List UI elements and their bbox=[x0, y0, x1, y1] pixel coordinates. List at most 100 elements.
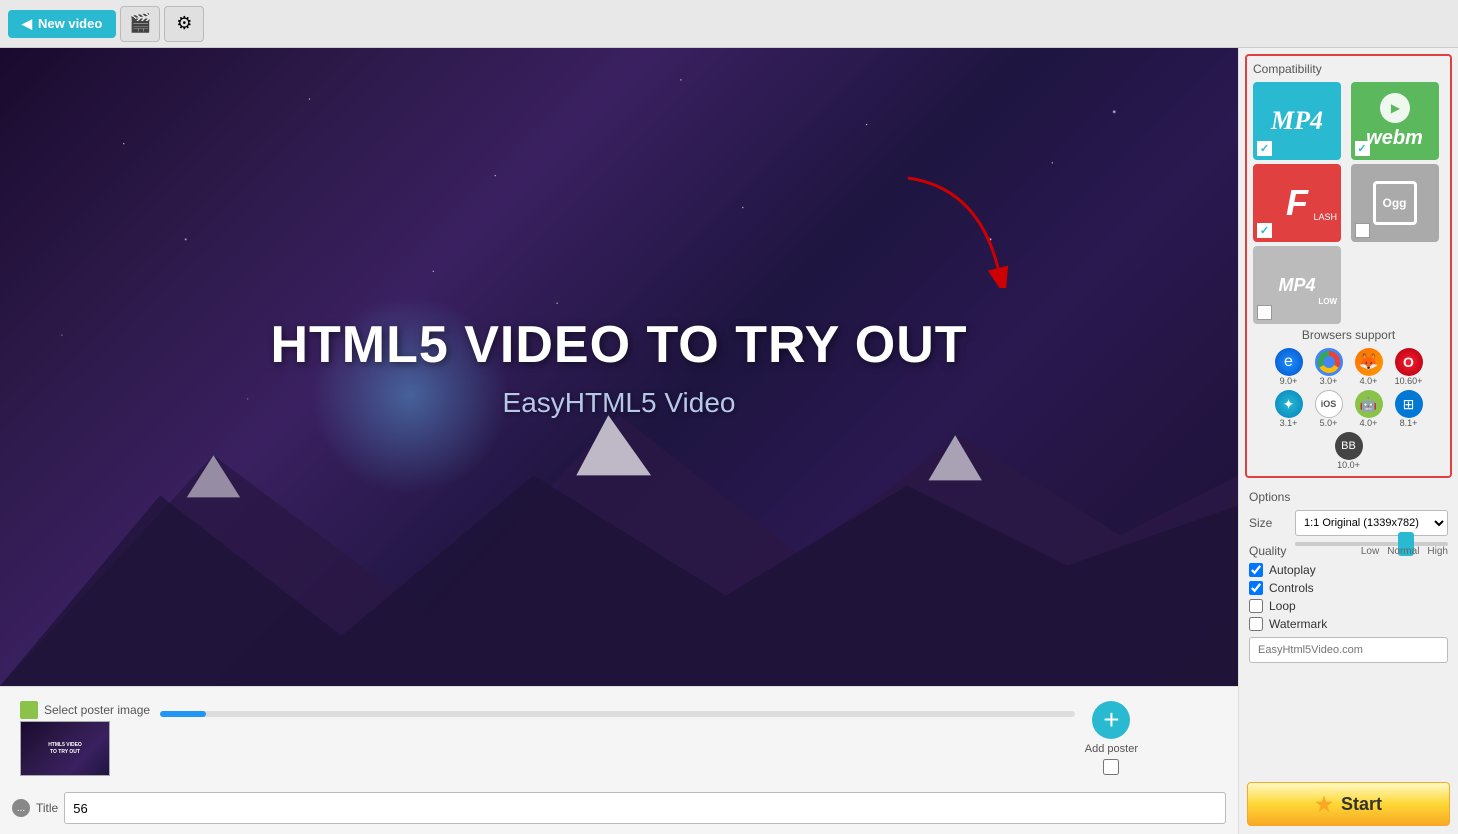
poster-checkbox[interactable] bbox=[1103, 759, 1119, 775]
controls-row: Controls bbox=[1249, 581, 1448, 595]
windows-icon: ⊞ bbox=[1395, 390, 1423, 418]
chrome-icon bbox=[1315, 348, 1343, 376]
format-webm: webm bbox=[1351, 82, 1439, 160]
bottom-controls: Select poster image HTML5 VIDEOTO TRY OU… bbox=[12, 695, 1226, 782]
browser-blackberry: BB 10.0+ bbox=[1331, 432, 1367, 470]
quality-normal: Normal bbox=[1387, 546, 1419, 557]
browser-chrome: 3.0+ bbox=[1311, 348, 1347, 386]
format-flash: F LASH bbox=[1253, 164, 1341, 242]
mp4-checkbox[interactable] bbox=[1257, 141, 1272, 156]
title-input[interactable] bbox=[64, 792, 1226, 824]
poster-icon bbox=[20, 701, 38, 719]
browser-grid: e 9.0+ 3.0+ 🦊 4.0+ O 10 bbox=[1253, 348, 1444, 470]
add-poster-button[interactable]: + bbox=[1092, 701, 1130, 739]
video-main-title: HTML5 VIDEO TO TRY OUT bbox=[270, 315, 967, 375]
browser-windows: ⊞ 8.1+ bbox=[1391, 390, 1427, 428]
firefox-icon: 🦊 bbox=[1355, 348, 1383, 376]
size-label: Size bbox=[1249, 516, 1289, 530]
video-text: HTML5 VIDEO TO TRY OUT EasyHTML5 Video bbox=[270, 315, 967, 419]
add-poster-label: Add poster bbox=[1085, 743, 1138, 755]
browser-ie: e 9.0+ bbox=[1271, 348, 1307, 386]
poster-mini-text: HTML5 VIDEOTO TRY OUT bbox=[46, 740, 84, 757]
annotation-arrow bbox=[898, 168, 1018, 291]
ie-version: 9.0+ bbox=[1280, 376, 1298, 386]
poster-container: Select poster image HTML5 VIDEOTO TRY OU… bbox=[20, 701, 150, 776]
ie-icon: e bbox=[1275, 348, 1303, 376]
loop-checkbox[interactable] bbox=[1249, 599, 1263, 613]
firefox-version: 4.0+ bbox=[1360, 376, 1378, 386]
watermark-input[interactable] bbox=[1249, 637, 1448, 663]
main-area: HTML5 VIDEO TO TRY OUT EasyHTML5 Video S… bbox=[0, 48, 1458, 834]
flash-checkbox[interactable] bbox=[1257, 223, 1272, 238]
title-label: Title bbox=[36, 801, 58, 815]
right-sidebar: Compatibility MP4 webm F LASH bbox=[1238, 48, 1458, 834]
start-button-area: ★ Start bbox=[1239, 774, 1458, 834]
ios-icon: iOS bbox=[1315, 390, 1343, 418]
bb-version: 10.0+ bbox=[1337, 460, 1360, 470]
low-label: LOW bbox=[1318, 297, 1337, 306]
webm-label: webm bbox=[1366, 127, 1423, 150]
start-button[interactable]: ★ Start bbox=[1247, 782, 1450, 826]
controls-label: Controls bbox=[1269, 581, 1314, 595]
format-mp4low: MP4 LOW bbox=[1253, 246, 1341, 324]
bb-icon: BB bbox=[1335, 432, 1363, 460]
android-version: 4.0+ bbox=[1360, 418, 1378, 428]
bottom-panel: Select poster image HTML5 VIDEOTO TRY OU… bbox=[0, 686, 1238, 834]
options-section: Options Size 1:1 Original (1339x782) Qua… bbox=[1239, 484, 1458, 669]
loop-label: Loop bbox=[1269, 599, 1296, 613]
flash-label: F bbox=[1286, 182, 1308, 224]
watermark-label: Watermark bbox=[1269, 617, 1327, 631]
ogg-label: Ogg bbox=[1383, 196, 1407, 210]
browser-firefox: 🦊 4.0+ bbox=[1351, 348, 1387, 386]
quality-row: Quality Low Normal High bbox=[1249, 542, 1448, 559]
format-mp4: MP4 bbox=[1253, 82, 1341, 160]
safari-icon: ✦ bbox=[1275, 390, 1303, 418]
mp4low-checkbox[interactable] bbox=[1257, 305, 1272, 320]
video-preview: HTML5 VIDEO TO TRY OUT EasyHTML5 Video bbox=[0, 48, 1238, 686]
chrome-version: 3.0+ bbox=[1320, 376, 1338, 386]
android-icon: 🤖 bbox=[1355, 390, 1383, 418]
webm-checkbox[interactable] bbox=[1355, 141, 1370, 156]
quality-high: High bbox=[1427, 546, 1448, 557]
ogg-checkbox[interactable] bbox=[1355, 223, 1370, 238]
compatibility-label: Compatibility bbox=[1253, 62, 1444, 76]
webm-play-icon bbox=[1380, 93, 1410, 123]
browser-safari: ✦ 3.1+ bbox=[1271, 390, 1307, 428]
quality-low: Low bbox=[1361, 546, 1379, 557]
left-panel: HTML5 VIDEO TO TRY OUT EasyHTML5 Video S… bbox=[0, 48, 1238, 834]
timeline bbox=[160, 701, 1075, 717]
watermark-checkbox[interactable] bbox=[1249, 617, 1263, 631]
ios-version: 5.0+ bbox=[1320, 418, 1338, 428]
timeline-bar-outer bbox=[160, 711, 1075, 717]
quality-label: Quality bbox=[1249, 544, 1289, 558]
start-label: Start bbox=[1341, 794, 1382, 815]
browser-opera: O 10.60+ bbox=[1391, 348, 1427, 386]
settings-button[interactable]: ⚙ bbox=[164, 6, 204, 42]
options-label: Options bbox=[1249, 490, 1448, 504]
back-arrow-icon: ◀ bbox=[22, 16, 32, 32]
timeline-bar-inner bbox=[160, 711, 206, 717]
film-icon: 🎬 bbox=[129, 13, 151, 34]
browser-android: 🤖 4.0+ bbox=[1351, 390, 1387, 428]
title-icon: ... bbox=[12, 799, 30, 817]
autoplay-label: Autoplay bbox=[1269, 563, 1316, 577]
opera-icon: O bbox=[1395, 348, 1423, 376]
gear-icon: ⚙ bbox=[176, 13, 192, 34]
format-ogg: Ogg bbox=[1351, 164, 1439, 242]
watermark-row: Watermark bbox=[1249, 617, 1448, 631]
video-sub-title: EasyHTML5 Video bbox=[270, 387, 967, 419]
autoplay-row: Autoplay bbox=[1249, 563, 1448, 577]
new-video-button[interactable]: ◀ New video bbox=[8, 10, 116, 38]
windows-version: 8.1+ bbox=[1400, 418, 1418, 428]
select-poster-label: Select poster image bbox=[44, 703, 150, 717]
compatibility-section: Compatibility MP4 webm F LASH bbox=[1245, 54, 1452, 478]
ogg-icon-box: Ogg bbox=[1373, 181, 1417, 225]
autoplay-checkbox[interactable] bbox=[1249, 563, 1263, 577]
title-row: ... Title bbox=[12, 792, 1226, 824]
film-strip-button[interactable]: 🎬 bbox=[120, 6, 160, 42]
mp4-label: MP4 bbox=[1271, 106, 1323, 136]
format-grid-bottom: F LASH Ogg MP4 LOW bbox=[1253, 164, 1444, 324]
mp4low-label: MP4 bbox=[1278, 275, 1315, 296]
safari-version: 3.1+ bbox=[1280, 418, 1298, 428]
controls-checkbox[interactable] bbox=[1249, 581, 1263, 595]
